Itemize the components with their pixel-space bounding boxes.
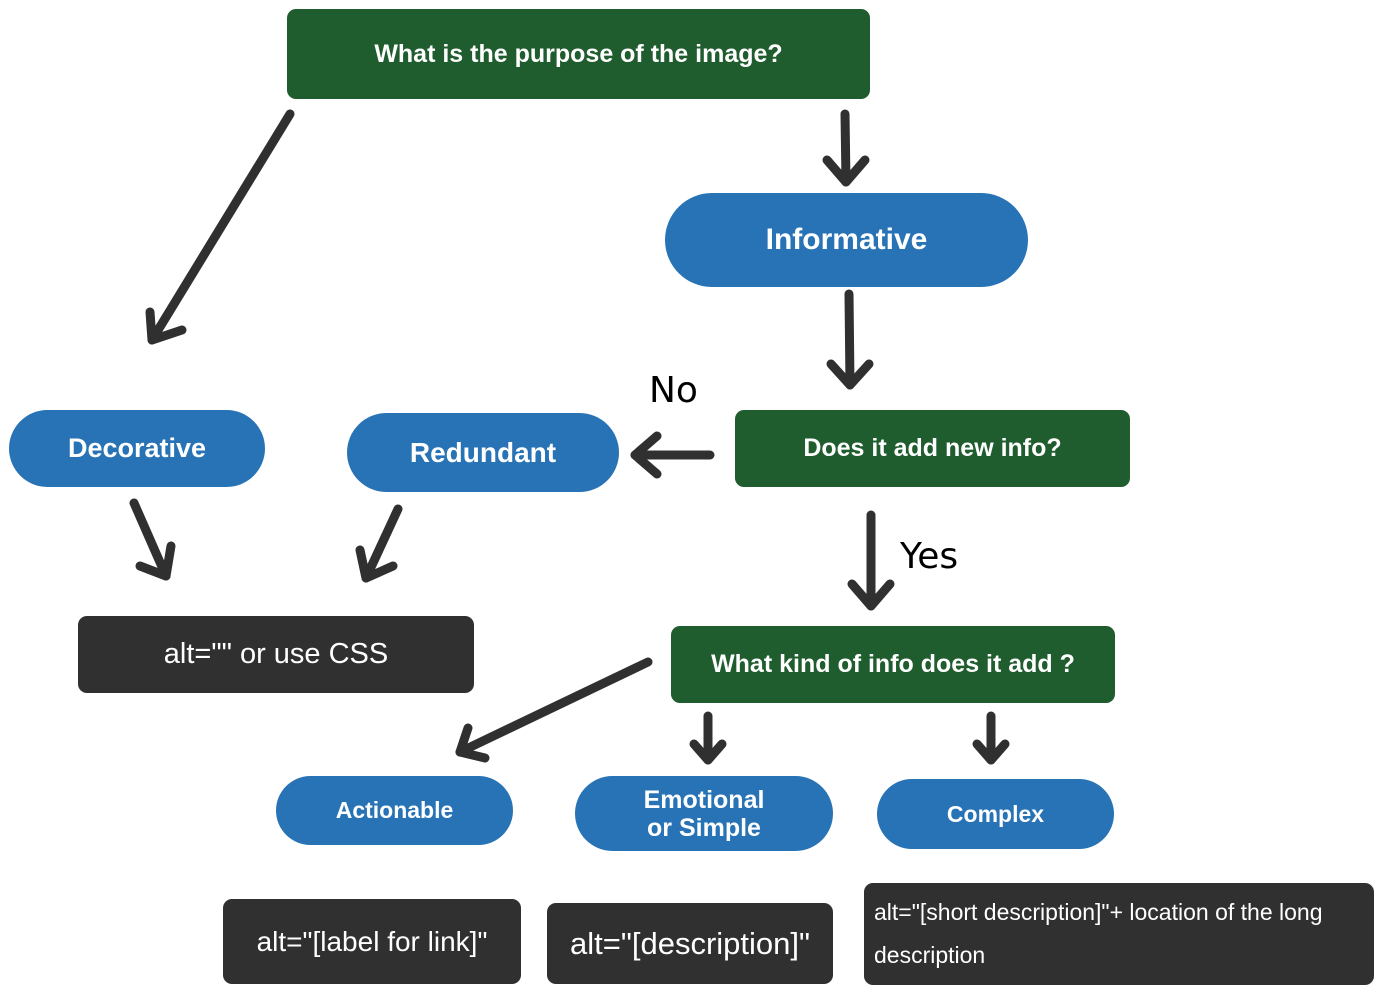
arrow-purpose-to-decorative — [145, 109, 295, 345]
alt-label-text: alt="[label for link]" — [256, 925, 488, 957]
alt-empty-result: alt="" or use CSS — [78, 616, 474, 693]
informative-text: Informative — [765, 223, 928, 256]
informative-node: Informative — [665, 193, 1028, 287]
arrow-kind-to-actionable — [455, 657, 653, 763]
alt-long-text: alt="[short description]"+ location of t… — [874, 899, 1323, 968]
emotional-text: Emotional or Simple — [643, 785, 765, 842]
decorative-text: Decorative — [67, 433, 207, 463]
arrow-newinfo-to-kind — [847, 510, 895, 611]
no-label: No — [649, 370, 698, 411]
arrow-decorative-to-alt — [129, 498, 176, 581]
alt-long-result: alt="[short description]"+ location of t… — [864, 883, 1374, 985]
alt-label-result: alt="[label for link]" — [223, 899, 521, 984]
kind-of-info-question: What kind of info does it add ? — [671, 626, 1115, 703]
new-info-text: Does it add new info? — [803, 434, 1062, 462]
arrow-kind-to-emotional — [689, 711, 727, 765]
arrow-newinfo-to-redundant — [630, 431, 715, 479]
complex-text: Complex — [946, 800, 1045, 827]
complex-node: Complex — [877, 779, 1114, 849]
arrow-redundant-to-alt — [355, 504, 403, 583]
actionable-node: Actionable — [276, 776, 513, 845]
decorative-node: Decorative — [9, 410, 265, 487]
purpose-question-text: What is the purpose of the image? — [374, 39, 783, 68]
redundant-node: Redundant — [347, 413, 619, 492]
arrow-kind-to-complex — [972, 711, 1010, 765]
alt-description-text: alt="[description]" — [570, 925, 810, 961]
arrow-informative-to-newinfo — [826, 289, 874, 390]
yes-label: Yes — [900, 536, 959, 577]
redundant-text: Redundant — [409, 436, 557, 468]
kind-of-info-text: What kind of info does it add ? — [711, 650, 1075, 678]
emotional-node: Emotional or Simple — [575, 776, 833, 851]
arrow-purpose-to-informative — [822, 109, 870, 187]
actionable-text: Actionable — [335, 797, 454, 823]
alt-empty-text: alt="" or use CSS — [163, 638, 389, 670]
purpose-question: What is the purpose of the image? — [287, 9, 870, 99]
alt-description-result: alt="[description]" — [547, 903, 833, 984]
new-info-question: Does it add new info? — [735, 410, 1130, 487]
